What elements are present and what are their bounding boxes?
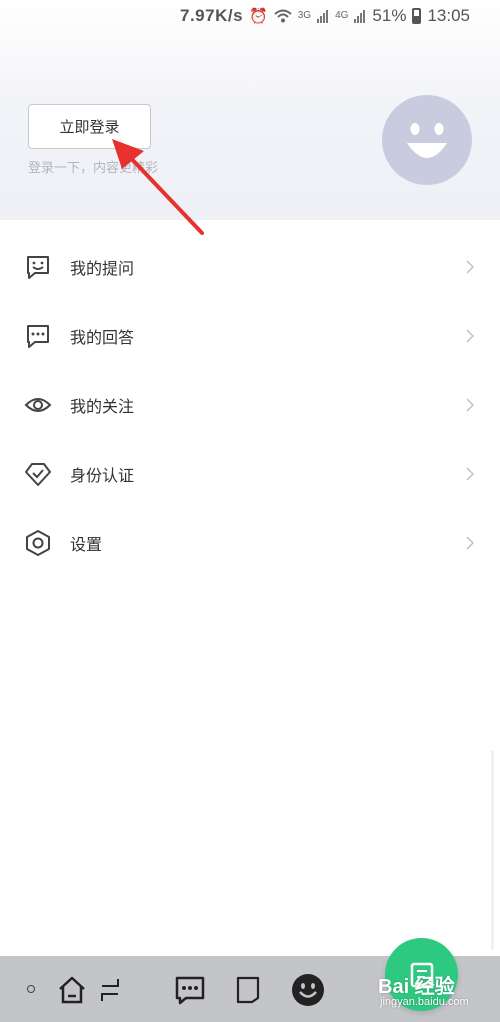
alarm-icon: ⏰: [249, 8, 268, 25]
menu-item-identity-verification[interactable]: 身份认证: [0, 439, 500, 508]
menu-item-my-answers[interactable]: 我的回答: [0, 301, 500, 370]
network-speed: 7.97K/s: [180, 6, 244, 25]
menu-item-label: 我的提问: [70, 260, 135, 278]
menu-item-my-follows[interactable]: 我的关注: [0, 370, 500, 439]
menu-item-my-questions[interactable]: 我的提问: [0, 232, 500, 301]
baidu-watermark: Bai 经验: [378, 976, 455, 998]
menu-item-label: 设置: [70, 536, 103, 554]
profile-header: 7.97K/s ⏰ 3G 4G 51% 13:05 立即登录 登录一下，内容更精…: [0, 0, 500, 220]
network-4g-label: 4G: [335, 10, 349, 21]
chevron-right-icon: [466, 535, 474, 550]
smiley-face-icon[interactable]: [290, 972, 326, 1008]
smiley-face-icon: [407, 123, 447, 158]
shield-check-icon: [24, 460, 52, 488]
nav-dot-icon[interactable]: [27, 985, 35, 993]
scrollbar[interactable]: [491, 750, 494, 950]
recent-apps-icon[interactable]: [92, 972, 128, 1008]
annotation-arrow: [112, 139, 204, 235]
chevron-right-icon: [466, 397, 474, 412]
menu-item-label: 我的回答: [70, 329, 135, 347]
smile-chat-icon: [24, 253, 52, 281]
wifi-icon: [274, 9, 292, 23]
menu-list: 我的提问 我的回答 我的关注 身份认证 设置: [0, 232, 500, 577]
clock: 13:05: [427, 6, 470, 25]
avatar[interactable]: [382, 95, 472, 185]
signal-icon-2: [354, 10, 366, 23]
square-icon[interactable]: [230, 972, 266, 1008]
battery-icon: [412, 8, 422, 24]
chevron-right-icon: [466, 328, 474, 343]
status-bar: 7.97K/s ⏰ 3G 4G 51% 13:05: [0, 0, 500, 32]
home-icon[interactable]: [54, 972, 90, 1008]
watermark-url: jingyan.baidu.com: [380, 996, 469, 1008]
settings-hexagon-icon: [24, 529, 52, 557]
chat-dots-icon[interactable]: [172, 972, 208, 1008]
chevron-right-icon: [466, 466, 474, 481]
battery-percent: 51%: [372, 6, 407, 25]
signal-icon: [317, 10, 329, 23]
menu-item-label: 我的关注: [70, 398, 135, 416]
menu-item-label: 身份认证: [70, 467, 135, 485]
network-3g-label: 3G: [297, 10, 312, 21]
chevron-right-icon: [466, 259, 474, 274]
eye-icon: [24, 391, 52, 419]
menu-item-settings[interactable]: 设置: [0, 508, 500, 577]
chat-dots-icon: [24, 322, 52, 350]
